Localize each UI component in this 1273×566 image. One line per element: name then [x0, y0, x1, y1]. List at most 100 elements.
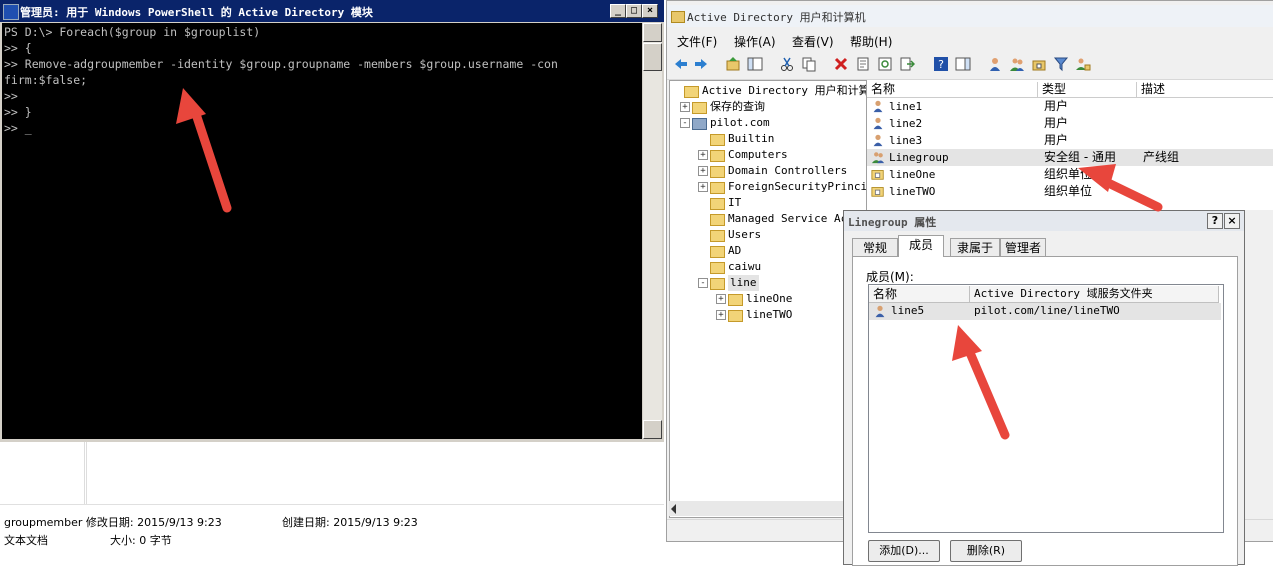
column-header-name[interactable]: 名称 — [869, 286, 970, 303]
menu-help[interactable]: 帮助(H) — [850, 33, 892, 50]
object-type: 用户 — [1044, 133, 1069, 147]
toolbar: ? — [667, 51, 1273, 80]
powershell-title: 管理员: 用于 Windows PowerShell 的 Active Dire… — [20, 6, 373, 19]
console-tree-icon[interactable] — [747, 56, 763, 72]
refresh-icon[interactable] — [877, 56, 893, 72]
column-header-description[interactable]: 描述 — [1137, 82, 1273, 98]
ad-title: Active Directory 用户和计算机 — [687, 11, 866, 24]
properties-icon[interactable] — [855, 56, 871, 72]
group-properties-dialog: Linegroup 属性 ? × 常规 成员 隶属于 管理者 成员(M): 名称… — [843, 210, 1245, 566]
cut-icon[interactable] — [779, 56, 795, 72]
action-pane-icon[interactable] — [955, 56, 971, 72]
list-item[interactable]: line2 用户 — [867, 115, 1273, 132]
copy-icon[interactable] — [801, 56, 817, 72]
new-user-icon[interactable] — [987, 56, 1003, 72]
new-ou-icon[interactable] — [1031, 56, 1047, 72]
column-header-name[interactable]: 名称 — [867, 82, 1038, 98]
list-item[interactable]: line3 用户 — [867, 132, 1273, 149]
up-folder-icon[interactable] — [725, 56, 741, 72]
tree-item-label: Managed Service Acc — [728, 212, 854, 225]
tab-member-of[interactable]: 隶属于 — [950, 238, 1000, 257]
domain-icon — [692, 118, 707, 130]
tree-item[interactable]: Managed Service Acc — [670, 211, 866, 227]
tree-item[interactable]: + Domain Controllers — [670, 163, 866, 179]
scroll-down-button[interactable] — [643, 420, 662, 439]
scroll-left-arrow-icon[interactable] — [671, 504, 676, 514]
folder-icon — [728, 310, 743, 322]
expand-icon[interactable]: + — [716, 294, 726, 304]
tree-item[interactable]: caiwu — [670, 259, 866, 275]
tree-item[interactable]: AD — [670, 243, 866, 259]
add-to-group-icon[interactable] — [1075, 56, 1091, 72]
tree-item[interactable]: - pilot.com — [670, 115, 866, 131]
menu-bar: 文件(F) 操作(A) 查看(V) 帮助(H) — [667, 29, 1273, 51]
tree-item[interactable]: + Computers — [670, 147, 866, 163]
tab-general[interactable]: 常规 — [852, 238, 898, 257]
help-icon[interactable]: ? — [933, 56, 949, 72]
ad-titlebar[interactable]: Active Directory 用户和计算机 — [667, 5, 1273, 27]
user-icon — [875, 305, 885, 318]
expand-icon[interactable]: + — [680, 102, 690, 112]
table-row[interactable]: line5 pilot.com/line/lineTWO — [869, 303, 1221, 320]
delete-icon[interactable] — [833, 56, 849, 72]
console-scrollbar[interactable] — [643, 23, 662, 439]
maximize-button[interactable]: □ — [626, 4, 642, 18]
scroll-thumb[interactable] — [643, 43, 662, 71]
tree-horizontal-scrollbar[interactable] — [669, 501, 865, 516]
tab-managed-by[interactable]: 管理者 — [1000, 238, 1046, 257]
tree-item[interactable]: + lineOne — [670, 291, 866, 307]
tree-item[interactable]: + ForeignSecurityPrincip — [670, 179, 866, 195]
dialog-help-button[interactable]: ? — [1207, 213, 1223, 229]
list-item[interactable]: lineTWO 组织单位 — [867, 183, 1273, 200]
expand-icon[interactable]: + — [716, 310, 726, 320]
details-pane-right — [86, 442, 665, 504]
tab-members[interactable]: 成员 — [898, 235, 944, 257]
column-header-type[interactable]: 类型 — [1038, 82, 1137, 98]
tree-item-label: AD — [728, 244, 742, 257]
dialog-close-button[interactable]: × — [1224, 213, 1240, 229]
tree-item[interactable]: Builtin — [670, 131, 866, 147]
collapse-icon[interactable]: - — [698, 278, 708, 288]
menu-file[interactable]: 文件(F) — [677, 33, 717, 50]
divider — [0, 504, 664, 505]
file-modified: groupmember 修改日期: 2015/9/13 9:23 — [4, 516, 222, 529]
add-member-button[interactable]: 添加(D)... — [868, 540, 940, 562]
tree-item[interactable]: + lineTWO — [670, 307, 866, 323]
scroll-up-button[interactable] — [643, 23, 662, 42]
dialog-titlebar[interactable]: Linegroup 属性 ? × — [844, 211, 1244, 231]
object-type: 组织单位 — [1044, 184, 1093, 198]
list-item[interactable]: Linegroup 安全组 - 通用 产线组 — [867, 149, 1273, 166]
folder-icon — [710, 166, 725, 178]
export-list-icon[interactable] — [899, 56, 915, 72]
tree-item[interactable]: Users — [670, 227, 866, 243]
column-header-folder[interactable]: Active Directory 域服务文件夹 — [970, 286, 1219, 303]
folder-icon — [684, 86, 699, 98]
list-item[interactable]: lineOne 组织单位 — [867, 166, 1273, 183]
tree-item[interactable]: IT — [670, 195, 866, 211]
forward-icon[interactable] — [693, 56, 709, 72]
tree-item[interactable]: - line — [670, 275, 866, 291]
console-line: PS D:\> Foreach($group in $grouplist) — [4, 25, 261, 39]
console-line: >> Remove-adgroupmember -identity $group… — [4, 57, 558, 71]
tree-item[interactable]: + 保存的查询 — [670, 99, 866, 115]
file-size: 大小: 0 字节 — [110, 534, 172, 547]
back-icon[interactable] — [673, 56, 689, 72]
folder-icon — [710, 262, 725, 274]
expand-icon[interactable]: + — [698, 150, 708, 160]
expand-icon[interactable]: + — [698, 166, 708, 176]
remove-member-button[interactable]: 删除(R) — [950, 540, 1022, 562]
collapse-icon[interactable]: - — [680, 118, 690, 128]
console-output[interactable]: PS D:\> Foreach($group in $grouplist) >>… — [2, 23, 642, 439]
minimize-button[interactable]: _ — [610, 4, 626, 18]
expand-icon[interactable]: + — [698, 182, 708, 192]
filter-icon[interactable] — [1053, 56, 1069, 72]
members-list[interactable]: 名称 Active Directory 域服务文件夹 line5 pilot.c… — [868, 284, 1224, 533]
menu-action[interactable]: 操作(A) — [734, 33, 776, 50]
tree-item[interactable]: Active Directory 用户和计算机 — [670, 83, 866, 99]
powershell-titlebar[interactable]: 管理员: 用于 Windows PowerShell 的 Active Dire… — [0, 0, 664, 22]
new-group-icon[interactable] — [1009, 56, 1025, 72]
close-button[interactable]: × — [642, 4, 658, 18]
list-item[interactable]: line1 用户 — [867, 98, 1273, 115]
menu-view[interactable]: 查看(V) — [792, 33, 834, 50]
group-icon — [871, 152, 885, 164]
